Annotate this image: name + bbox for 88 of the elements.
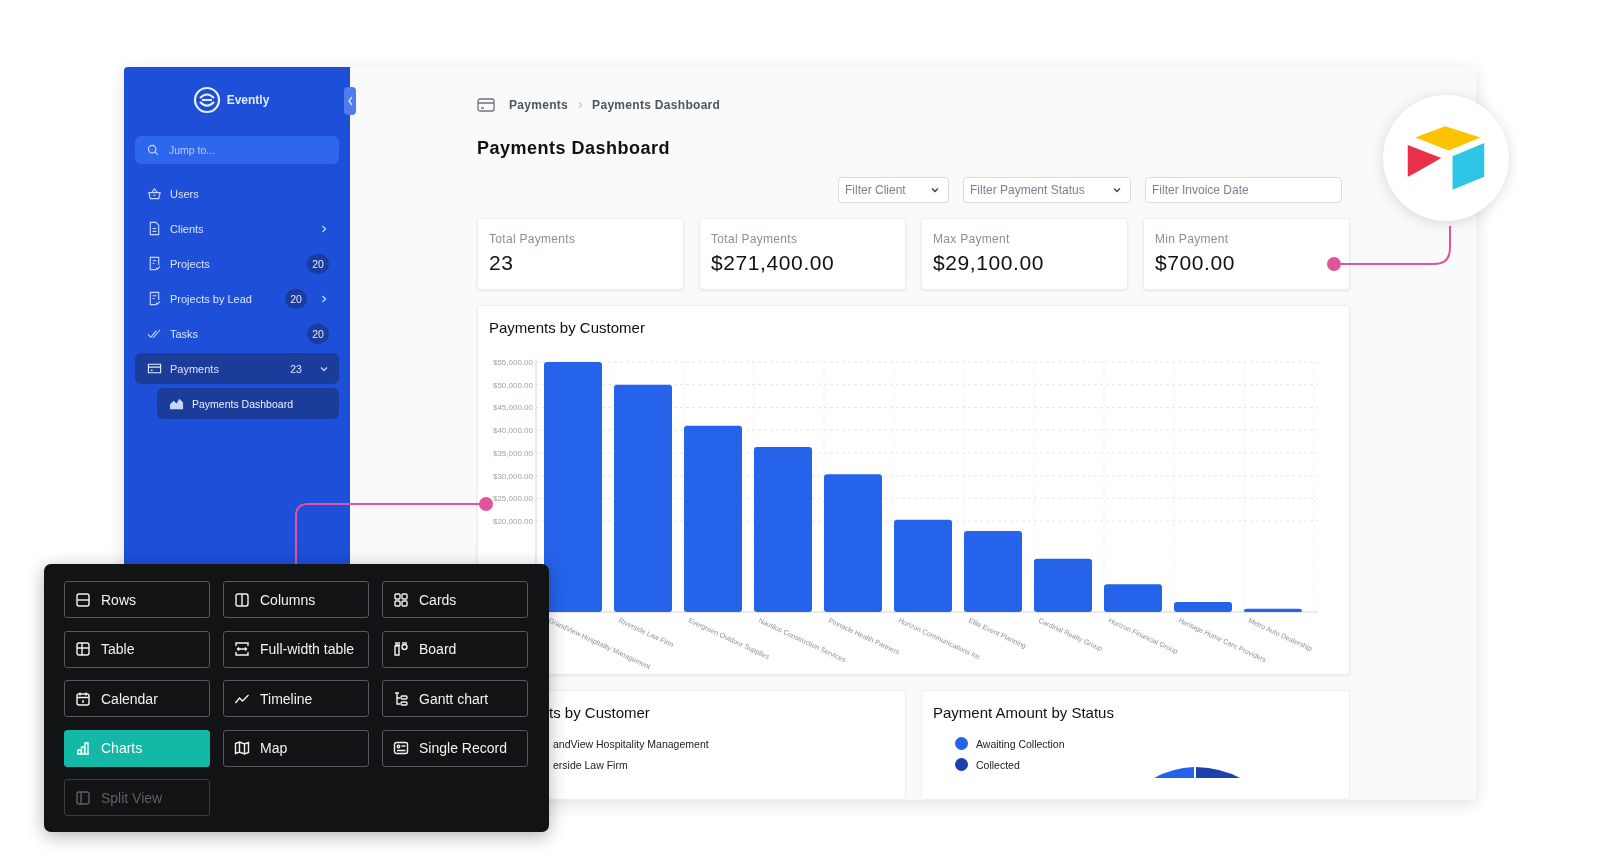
page-title: Payments Dashboard xyxy=(477,137,672,159)
sidebar-item[interactable]: Payments 23 xyxy=(135,353,339,384)
nav-icon xyxy=(147,186,162,201)
axis-tick-label: $45,000.00 xyxy=(492,403,533,413)
view-icon xyxy=(393,690,409,707)
view-icon xyxy=(75,690,91,707)
nav-icon xyxy=(147,221,162,236)
sidebar-item[interactable]: Tasks 20 xyxy=(135,318,339,349)
stat-label: Total Payments xyxy=(489,231,577,246)
view-option-button[interactable]: Single Record xyxy=(382,729,528,767)
chevron-icon xyxy=(576,101,585,110)
view-icon xyxy=(75,740,91,756)
view-icon xyxy=(75,789,91,806)
sidebar-item[interactable]: Clients xyxy=(135,213,339,244)
count-badge: 20 xyxy=(285,288,307,309)
date-field[interactable]: Filter Invoice Date xyxy=(1145,176,1342,203)
nav-label: Clients xyxy=(170,222,205,235)
nav-icon xyxy=(147,326,162,341)
stat-value: $700.00 xyxy=(1155,250,1237,275)
view-option-button[interactable]: Columns xyxy=(223,581,369,618)
axis-tick-label: $20,000.00 xyxy=(492,516,533,526)
axis-tick-label: $55,000.00 xyxy=(492,357,533,367)
card-icon xyxy=(477,98,495,113)
brand-logo-icon xyxy=(192,86,221,114)
view-icon xyxy=(234,591,250,608)
count-badge: 20 xyxy=(307,323,329,344)
legend-label: Collected xyxy=(976,758,1020,771)
chart-title: Payments by Customer xyxy=(488,318,646,336)
view-option-button[interactable]: Board xyxy=(382,630,528,668)
view-icon xyxy=(75,591,91,608)
nav-label: Tasks xyxy=(170,327,200,340)
nav-label: Projects xyxy=(170,257,211,270)
sidebar-item[interactable]: Projects by Lead 20 xyxy=(135,283,339,314)
nav-icon xyxy=(147,361,162,376)
stat-label: Max Payment xyxy=(933,231,1011,246)
search-field[interactable]: Jump to... xyxy=(135,136,339,164)
view-icon xyxy=(393,641,409,657)
stat-value: $271,400.00 xyxy=(711,250,836,275)
view-option-button[interactable]: Gantt chart xyxy=(382,680,528,717)
sidebar-item[interactable]: Projects 20 xyxy=(135,248,339,279)
sidebar-item[interactable]: Users xyxy=(135,178,339,209)
stat-value: $29,100.00 xyxy=(933,250,1046,275)
legend-label: Awaiting Collection xyxy=(976,737,1065,750)
nav-icon xyxy=(147,256,162,271)
stat-label: Total Payments xyxy=(711,231,799,246)
nav-label: Users xyxy=(170,187,200,200)
bar xyxy=(1034,558,1092,612)
axis-tick-label: $30,000.00 xyxy=(492,471,533,481)
chart-title: Payment Amount by Status xyxy=(933,704,1115,721)
nav-label: Projects by Lead xyxy=(170,292,253,305)
view-option-button[interactable]: Rows xyxy=(64,581,210,618)
nav-label: Payments xyxy=(170,362,220,375)
search-icon xyxy=(147,144,159,156)
bar xyxy=(1244,608,1302,612)
nav-label: Payments Dashboard xyxy=(192,397,293,410)
bar xyxy=(1174,601,1232,612)
axis-tick-label: $25,000.00 xyxy=(492,494,533,504)
breadcrumb-link[interactable]: Payments xyxy=(509,98,569,113)
view-option-button[interactable]: Cards xyxy=(382,581,528,618)
area-chart-icon xyxy=(169,396,184,411)
view-option-button[interactable]: Calendar xyxy=(64,680,210,717)
view-option-button[interactable]: Timeline xyxy=(223,680,369,717)
view-option-button[interactable]: Full-width table xyxy=(223,630,369,668)
chart-title: ts by Customer xyxy=(548,704,651,721)
axis-tick-label: $50,000.00 xyxy=(492,380,533,390)
brand-name: Evently xyxy=(226,93,270,107)
count-badge: 23 xyxy=(285,358,307,379)
stat-value: 23 xyxy=(489,250,515,275)
axis-tick-label: $35,000.00 xyxy=(492,448,533,458)
filter-dropdown[interactable]: Filter Payment Status xyxy=(963,176,1131,203)
legend-label: andView Hospitality Management xyxy=(553,737,709,750)
view-icon xyxy=(393,591,409,608)
view-icon xyxy=(234,641,250,657)
legend-label: erside Law Firm xyxy=(553,758,628,771)
view-option-button[interactable]: Map xyxy=(223,729,369,767)
filter-dropdown[interactable]: Filter Client xyxy=(838,176,949,203)
nav-icon xyxy=(147,291,162,306)
view-icon xyxy=(75,641,91,657)
bar xyxy=(1104,584,1162,612)
sidebar-subitem[interactable]: Payments Dashboard xyxy=(157,388,339,419)
view-icon xyxy=(393,740,409,756)
breadcrumb-link[interactable]: Payments Dashboard xyxy=(592,98,721,113)
stat-label: Min Payment xyxy=(1155,231,1230,246)
view-icon xyxy=(234,740,250,756)
view-option-button[interactable]: Table xyxy=(64,630,210,668)
axis-tick-label: $40,000.00 xyxy=(492,426,533,436)
collapse-handle-icon[interactable] xyxy=(344,87,356,115)
count-badge: 20 xyxy=(307,253,329,274)
